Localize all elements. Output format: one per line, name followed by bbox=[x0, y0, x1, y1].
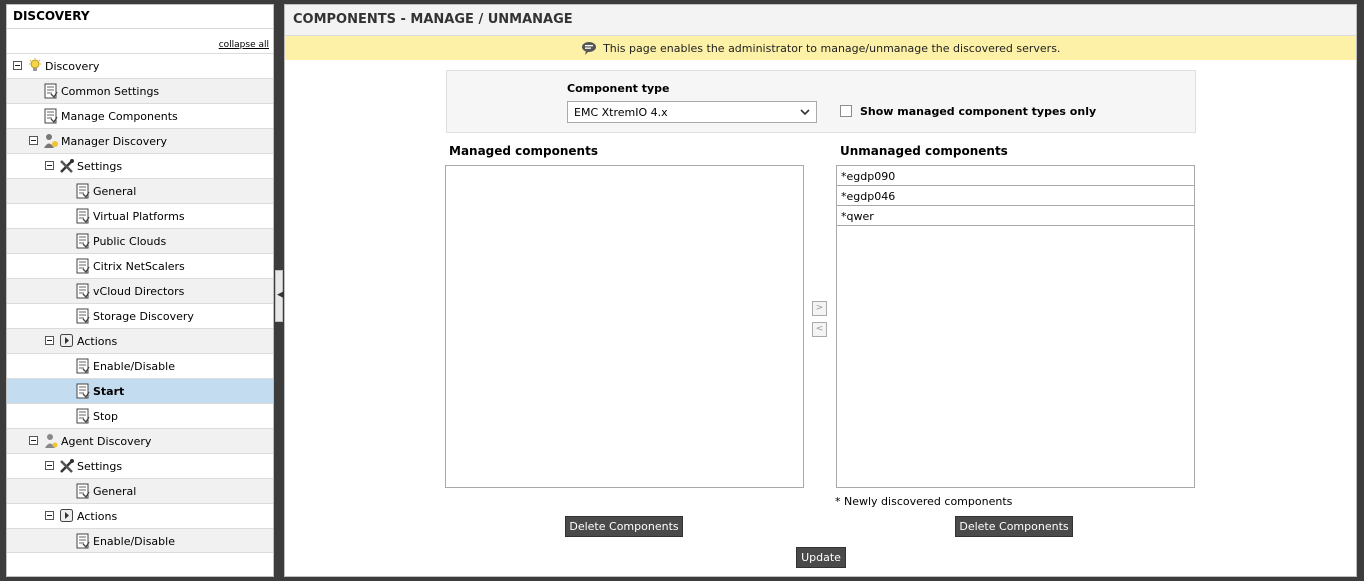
discovery-tree: Discovery Common Settings Manage Component… bbox=[7, 53, 273, 553]
speech-bubble-icon bbox=[581, 42, 596, 55]
tree-item-label: Manage Components bbox=[61, 110, 178, 123]
tree-item[interactable]: Enable/Disable bbox=[7, 528, 273, 553]
component-type-select[interactable]: EMC XtremIO 4.x bbox=[567, 101, 817, 123]
tree-item[interactable]: Public Clouds bbox=[7, 228, 273, 253]
play-icon bbox=[59, 508, 75, 524]
tree-item[interactable]: Virtual Platforms bbox=[7, 203, 273, 228]
unmanaged-components-list[interactable]: *egdp090 *egdp046 *qwer bbox=[836, 165, 1195, 488]
tree-item-label: Stop bbox=[93, 410, 119, 423]
managed-components-title: Managed components bbox=[449, 144, 598, 158]
delete-unmanaged-button[interactable]: Delete Components bbox=[955, 516, 1073, 537]
tree-item-label: Actions bbox=[77, 510, 118, 523]
tree-item[interactable]: General bbox=[7, 478, 273, 503]
tree-item-label: Common Settings bbox=[61, 85, 160, 98]
component-type-value: EMC XtremIO 4.x bbox=[574, 106, 668, 119]
page-icon bbox=[75, 233, 91, 249]
show-managed-checkbox[interactable] bbox=[840, 105, 852, 117]
tree-item[interactable]: Settings bbox=[7, 453, 273, 478]
list-item[interactable]: *egdp090 bbox=[837, 166, 1194, 186]
tree-item-label: Manager Discovery bbox=[61, 135, 168, 148]
agent-icon bbox=[43, 433, 59, 449]
tree-item[interactable]: Enable/Disable bbox=[7, 353, 273, 378]
tools-icon bbox=[59, 458, 75, 474]
page-icon bbox=[75, 308, 91, 324]
filter-box: Component type EMC XtremIO 4.x Show mana… bbox=[446, 70, 1196, 133]
page-icon bbox=[75, 258, 91, 274]
tree-item-label: Settings bbox=[77, 460, 123, 473]
delete-managed-button[interactable]: Delete Components bbox=[565, 516, 683, 537]
page-icon bbox=[75, 208, 91, 224]
tree-item[interactable]: Agent Discovery bbox=[7, 428, 273, 453]
page-icon bbox=[75, 183, 91, 199]
main-panel: COMPONENTS - MANAGE / UNMANAGE This page… bbox=[284, 4, 1357, 577]
collapse-toggle-icon[interactable] bbox=[13, 61, 22, 70]
managed-components-list[interactable] bbox=[445, 165, 804, 488]
tree-item[interactable]: Discovery bbox=[7, 53, 273, 78]
list-item[interactable]: *qwer bbox=[837, 206, 1194, 226]
tree-item-label: Actions bbox=[77, 335, 118, 348]
collapse-toggle-icon[interactable] bbox=[29, 436, 38, 445]
page-icon bbox=[75, 283, 91, 299]
component-type-label: Component type bbox=[567, 82, 670, 95]
tree-item-label: Virtual Platforms bbox=[93, 210, 185, 223]
info-text: This page enables the administrator to m… bbox=[603, 42, 1061, 55]
manager-icon bbox=[43, 133, 59, 149]
show-managed-label: Show managed component types only bbox=[860, 105, 1097, 118]
tree-item[interactable]: General bbox=[7, 178, 273, 203]
tree-item[interactable]: Storage Discovery bbox=[7, 303, 273, 328]
collapse-toggle-icon[interactable] bbox=[45, 461, 54, 470]
tree-item-label: Storage Discovery bbox=[93, 310, 194, 323]
page-title: COMPONENTS - MANAGE / UNMANAGE bbox=[285, 5, 1356, 36]
collapse-all-link[interactable]: collapse all bbox=[219, 40, 269, 50]
tree-item-label: Enable/Disable bbox=[93, 535, 175, 548]
tree-item[interactable]: Start bbox=[7, 378, 273, 403]
panel-splitter[interactable]: ◀ bbox=[275, 270, 284, 322]
page-icon bbox=[75, 483, 91, 499]
play-icon bbox=[59, 333, 75, 349]
tree-item[interactable]: vCloud Directors bbox=[7, 278, 273, 303]
tree-item-label: Public Clouds bbox=[93, 235, 167, 248]
collapse-toggle-icon[interactable] bbox=[45, 161, 54, 170]
chevron-down-icon bbox=[800, 109, 810, 116]
page-icon bbox=[75, 533, 91, 549]
tree-item[interactable]: Manager Discovery bbox=[7, 128, 273, 153]
list-item[interactable]: *egdp046 bbox=[837, 186, 1194, 206]
tree-panel-title: DISCOVERY bbox=[7, 5, 273, 29]
collapse-arrow-icon[interactable]: ◀ bbox=[277, 290, 284, 300]
tree-item[interactable]: Citrix NetScalers bbox=[7, 253, 273, 278]
tree-item-label: Enable/Disable bbox=[93, 360, 175, 373]
collapse-toggle-icon[interactable] bbox=[45, 336, 54, 345]
page-icon bbox=[43, 108, 59, 124]
collapse-toggle-icon[interactable] bbox=[45, 511, 54, 520]
tree-item-label: Settings bbox=[77, 160, 123, 173]
tree-item-label: Start bbox=[93, 385, 125, 398]
new-components-note: * Newly discovered components bbox=[835, 495, 1013, 508]
tree-item-label: vCloud Directors bbox=[93, 285, 185, 298]
tree-item-label: Citrix NetScalers bbox=[93, 260, 185, 273]
unmanaged-components-title: Unmanaged components bbox=[840, 144, 1008, 158]
tree-item[interactable]: Manage Components bbox=[7, 103, 273, 128]
tree-item[interactable]: Stop bbox=[7, 403, 273, 428]
discovery-tree-panel: DISCOVERY collapse all Discovery Common S… bbox=[6, 4, 274, 577]
collapse-toggle-icon[interactable] bbox=[29, 136, 38, 145]
move-right-button[interactable]: > bbox=[812, 301, 827, 316]
info-banner: This page enables the administrator to m… bbox=[285, 36, 1356, 60]
page-icon bbox=[75, 408, 91, 424]
page-icon bbox=[75, 358, 91, 374]
tree-item[interactable]: Actions bbox=[7, 328, 273, 353]
tree-item[interactable]: Common Settings bbox=[7, 78, 273, 103]
move-left-button[interactable]: < bbox=[812, 322, 827, 337]
tree-item-label: Discovery bbox=[45, 60, 100, 73]
tree-item-label: Agent Discovery bbox=[61, 435, 152, 448]
page-icon bbox=[75, 383, 91, 399]
tree-item-label: General bbox=[93, 185, 137, 198]
tools-icon bbox=[59, 158, 75, 174]
page-icon bbox=[43, 83, 59, 99]
bulb-icon bbox=[27, 58, 43, 74]
tree-item[interactable]: Settings bbox=[7, 153, 273, 178]
update-button[interactable]: Update bbox=[796, 547, 846, 568]
tree-item-label: General bbox=[93, 485, 137, 498]
tree-item[interactable]: Actions bbox=[7, 503, 273, 528]
